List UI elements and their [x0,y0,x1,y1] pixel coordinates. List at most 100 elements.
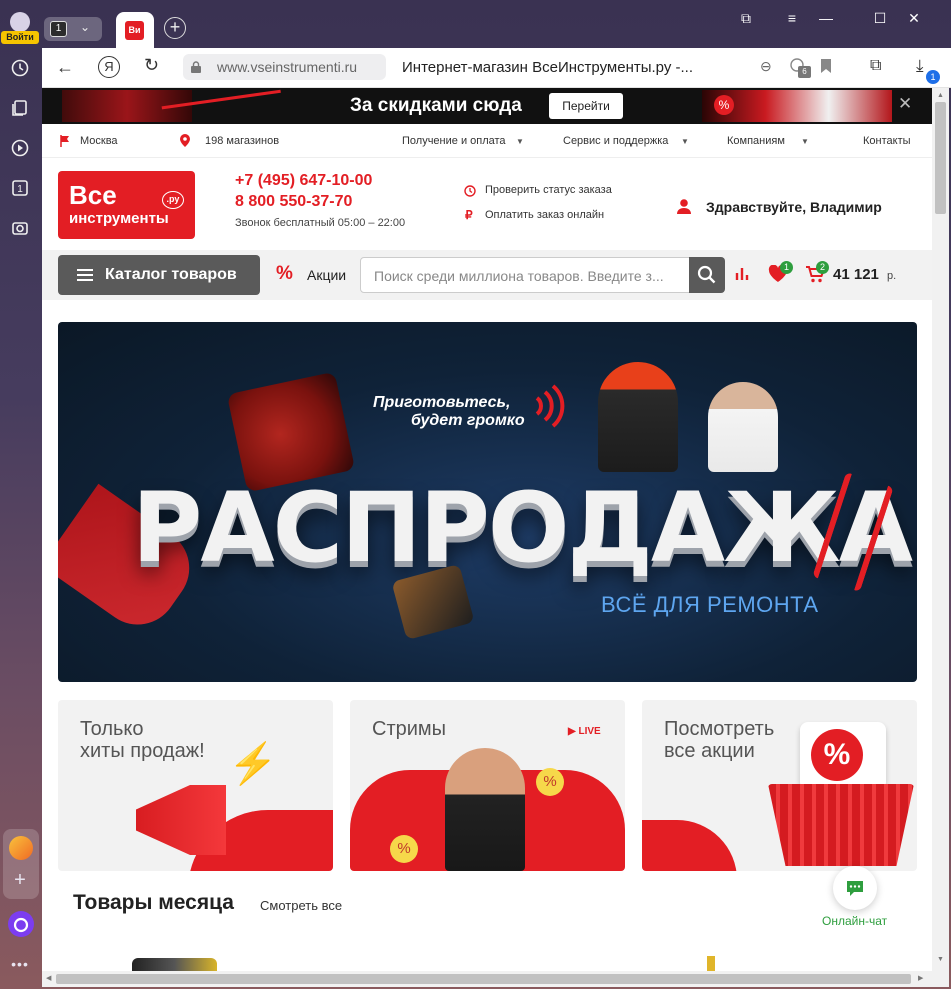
promo-text: За скидками сюда [350,95,522,116]
caret-down-icon: ▼ [681,137,689,146]
sale-banner[interactable]: Приготовьтесь, будет громко РАСПРОДАЖА В… [58,322,917,682]
basket-image [768,784,914,866]
login-button[interactable]: Войти [1,31,39,44]
city-link[interactable]: Москва [80,135,118,147]
catalog-bar: Каталог товаров % Акции Поиск среди милл… [42,250,932,300]
zoom-icon[interactable]: ⊖ [760,58,772,75]
card-streams[interactable]: Стримы ▶ LIVE % % [350,700,625,871]
browser-sidebar: Войти 1 + ••• [0,0,42,989]
cart-currency: р. [887,270,897,282]
promo-go-button[interactable]: Перейти [549,93,623,119]
percent-sign-image: % [800,722,886,790]
scroll-right-arrow[interactable]: ▶ [918,974,923,982]
add-app-icon[interactable]: + [8,868,32,892]
check-status-link[interactable]: Проверить статус заказа [485,184,612,196]
hamburger-icon [77,268,93,282]
card-top-sellers[interactable]: Только хиты продаж! ⚡ [58,700,333,871]
download-icon[interactable]: ⤓ [916,56,924,76]
new-tab-button[interactable]: + [164,17,186,39]
live-badge: ▶ LIVE [568,726,601,737]
sound-waves-icon [531,384,571,428]
browser-window: Войти 1 + ••• 1 ⌄ Ви + ⧉ ≡ — ☐ ✕ ← Я ↻ w… [0,0,951,989]
downloads-badge: 1 [926,70,940,84]
scrollbar-thumb[interactable] [935,102,946,214]
maximize-icon[interactable]: ☐ [870,8,890,28]
card-all-promos[interactable]: Посмотреть все акции % [642,700,917,871]
profile-icon[interactable] [10,12,30,32]
promo-close-icon[interactable]: ✕ [898,94,912,114]
tab-group-switcher[interactable]: 1 ⌄ [44,17,102,41]
hscrollbar-thumb[interactable] [56,974,911,984]
online-chat-button[interactable] [833,866,877,910]
menu-icon[interactable]: ≡ [782,8,802,28]
yandex-icon[interactable]: Я [98,56,120,78]
more-icon[interactable]: ••• [8,952,32,976]
logo-ru-badge: .ру [162,191,184,209]
streamer-image [445,748,525,871]
promo-banner[interactable]: За скидками сюда Перейти % ✕ [42,88,932,124]
protect-icon[interactable]: 6 [788,56,811,78]
percent-coin-icon: % [536,768,564,796]
screenshot-icon[interactable] [8,216,32,240]
scroll-up-arrow[interactable]: ▲ [937,92,944,99]
phone-free[interactable]: 8 800 550-37-70 [235,193,352,211]
phone-main[interactable]: +7 (495) 647-10-00 [235,172,372,190]
collections-icon[interactable] [8,96,32,120]
catalog-label: Каталог товаров [105,266,237,283]
chat-icon [847,881,863,896]
online-chat-label[interactable]: Онлайн-чат [822,914,887,928]
alice-assistant-icon[interactable] [8,911,34,937]
tab-counter-icon[interactable]: 1 [8,176,32,200]
webpage: За скидками сюда Перейти % ✕ Москва 198 … [42,88,932,987]
user-greeting[interactable]: Здравствуйте, Владимир [706,199,882,215]
catalog-button[interactable]: Каталог товаров [58,255,260,295]
search-icon [697,265,716,284]
bookmarks-panel-icon[interactable]: ⧉ [736,8,756,28]
service-menu[interactable]: Сервис и поддержка [563,135,668,147]
cart-total[interactable]: 41 121 [833,266,879,283]
percent-icon: % [714,95,734,115]
svg-text:1: 1 [17,184,23,195]
banner-headline: РАСПРОДАЖА [132,472,913,584]
translate-icon[interactable]: ⧉ [870,57,881,75]
contacts-link[interactable]: Контакты [863,135,911,147]
companies-menu[interactable]: Компаниям [727,135,785,147]
call-hours: Звонок бесплатный 05:00 – 22:00 [235,217,406,229]
lightning-icon: ⚡ [228,742,278,786]
url-box[interactable]: www.vseinstrumenti.ru [183,54,386,80]
back-icon[interactable]: ← [56,57,74,78]
scroll-left-arrow[interactable]: ◀ [46,974,51,982]
close-window-icon[interactable]: ✕ [904,8,924,28]
caret-down-icon: ▼ [516,137,524,146]
bookmark-icon[interactable] [820,58,832,74]
search-button[interactable] [689,257,725,293]
reload-icon[interactable]: ↻ [144,55,159,76]
minimize-icon[interactable]: — [816,8,836,28]
horizontal-scrollbar[interactable]: ◀ ▶ [42,971,932,987]
play-icon[interactable] [8,136,32,160]
vertical-scrollbar[interactable]: ▲ ▼ [932,88,949,987]
pay-online-link[interactable]: Оплатить заказ онлайн [485,209,604,221]
tab-favicon: Ви [125,21,144,40]
tab-strip: 1 ⌄ Ви + ⧉ ≡ — ☐ ✕ [42,0,951,48]
favorites-count-badge: 1 [780,261,793,274]
card-red-shape [642,820,737,871]
page-title: Интернет-магазин ВсеИнструменты.ру -... [402,59,694,76]
mail-app-icon[interactable] [9,836,33,860]
stores-link[interactable]: 198 магазинов [205,135,279,147]
card-title: Только хиты продаж! [80,718,205,762]
delivery-menu[interactable]: Получение и оплата [402,135,506,147]
scroll-down-arrow[interactable]: ▼ [937,956,944,963]
promo-percent-icon: % [276,263,293,284]
live-badge-text: LIVE [578,726,601,737]
caret-down-icon: ▼ [801,137,809,146]
promos-link[interactable]: Акции [307,267,346,283]
compare-icon[interactable] [735,265,751,281]
search-input[interactable]: Поиск среди миллиона товаров. Введите з.… [360,257,690,293]
month-see-all-link[interactable]: Смотреть все [260,898,342,913]
card-title: Стримы [372,718,447,740]
active-tab[interactable]: Ви [116,12,154,48]
card-title: Посмотреть все акции [664,718,775,762]
site-logo[interactable]: Все инструменты .ру [58,171,195,239]
history-icon[interactable] [8,56,32,80]
